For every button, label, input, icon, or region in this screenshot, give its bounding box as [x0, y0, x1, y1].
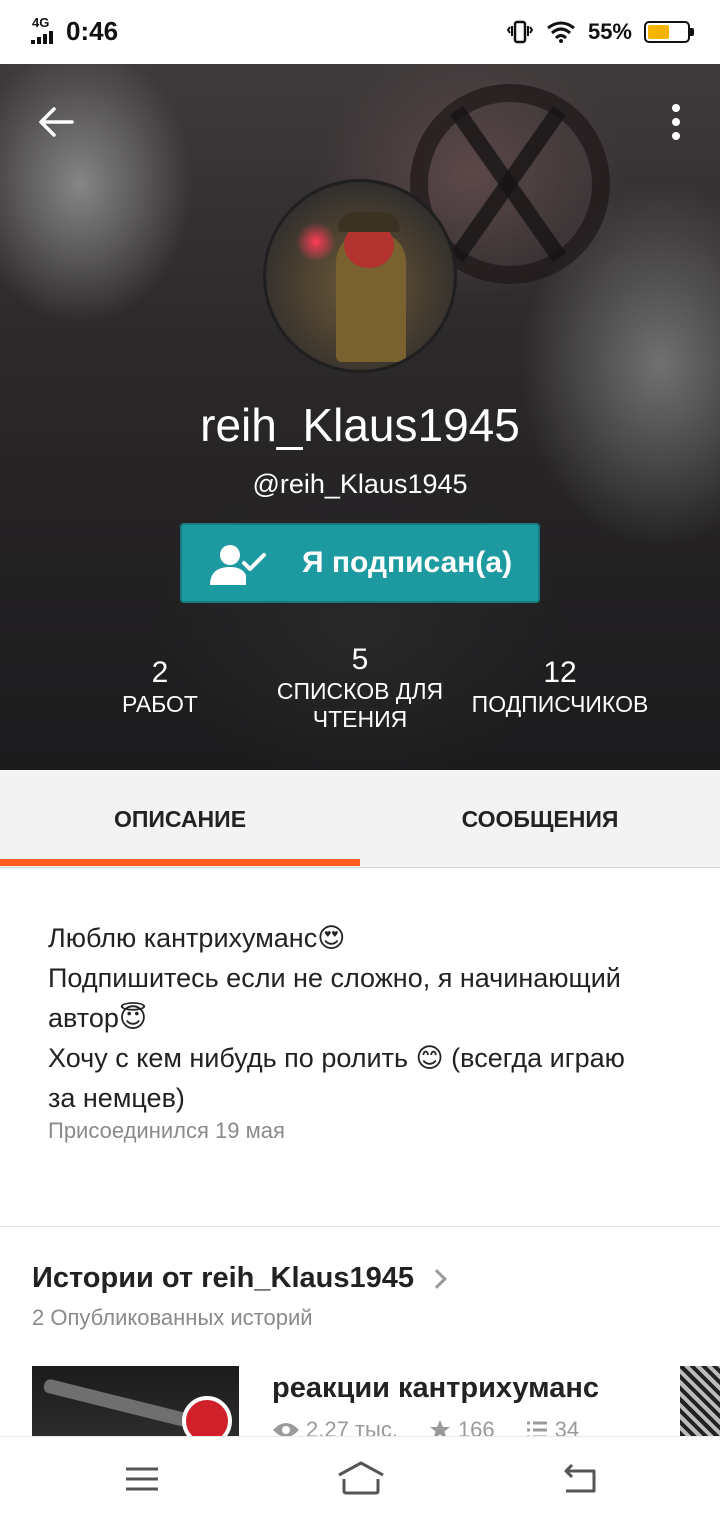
stat-works-label: РАБОТ	[122, 691, 198, 717]
story-cover-art	[182, 1396, 232, 1436]
section-divider	[0, 1226, 720, 1227]
stat-followers-label: ПОДПИСЧИКОВ	[471, 691, 649, 717]
joined-date: Присоединился 19 мая	[48, 1118, 285, 1143]
user-check-icon	[210, 545, 266, 585]
menu-icon[interactable]	[122, 1459, 162, 1499]
signal-icon: 4G	[30, 14, 58, 47]
stories-count: 2 Опубликованных историй	[32, 1305, 313, 1330]
profile-tabs: ОПИСАНИЕ СООБЩЕНИЯ	[0, 770, 720, 868]
chevron-right-icon	[427, 1268, 447, 1289]
stories-title-text: Истории от reih_Klaus1945	[32, 1262, 414, 1294]
profile-description: Люблю кантрихуманс😍 Подпишитесь если не …	[48, 918, 688, 1118]
battery-icon	[644, 21, 694, 43]
stat-reading-lists-label-2: ЧТЕНИЯ	[312, 706, 408, 732]
status-time: 0:46	[66, 16, 119, 46]
stat-followers-value: 12	[543, 656, 577, 689]
stat-works[interactable]: 2 РАБОТ	[60, 656, 260, 718]
back-arrow-icon[interactable]	[36, 102, 76, 142]
overflow-menu-icon[interactable]	[668, 102, 684, 142]
status-right: 55%	[506, 18, 694, 46]
stat-reading-lists-value: 5	[351, 643, 369, 676]
tab-about[interactable]: ОПИСАНИЕ	[0, 770, 360, 866]
stat-works-value: 2	[151, 656, 169, 689]
story-cover[interactable]	[32, 1366, 239, 1436]
stories-section-title[interactable]: Истории от reih_Klaus1945	[32, 1262, 447, 1295]
next-story-cover[interactable]	[680, 1366, 720, 1436]
status-left: 4G 0:46	[30, 16, 118, 47]
story-title[interactable]: реакции кантрихуманс	[272, 1372, 599, 1405]
story-cover-art	[42, 1378, 192, 1428]
status-bar: 4G 0:46 55%	[0, 0, 720, 64]
network-type: 4G	[32, 14, 50, 30]
avatar-art	[296, 222, 336, 262]
description-line: за немцев)	[48, 1083, 185, 1113]
tab-messages[interactable]: СООБЩЕНИЯ	[360, 770, 720, 866]
description-line: Хочу с кем нибудь по ролить 😊 (всегда иг…	[48, 1043, 625, 1073]
profile-header: reih_Klaus1945 @reih_Klaus1945 Я подписа…	[0, 64, 720, 770]
stat-followers[interactable]: 12 ПОДПИСЧИКОВ	[460, 656, 660, 718]
system-navigation-bar	[0, 1436, 720, 1520]
description-line: Подпишитесь если не сложно, я начинающий	[48, 963, 621, 993]
wifi-icon	[547, 21, 575, 43]
description-line: Люблю кантрихуманс😍	[48, 923, 346, 953]
avatar-art	[338, 212, 400, 232]
stat-reading-lists-label: СПИСКОВ ДЛЯ	[276, 678, 444, 704]
following-button-label: Я подписан(а)	[302, 546, 513, 579]
username-handle: @reih_Klaus1945	[252, 469, 468, 499]
battery-fill	[648, 25, 669, 39]
active-tab-indicator	[0, 859, 360, 866]
home-icon[interactable]	[336, 1459, 386, 1499]
battery-percent: 55%	[587, 19, 632, 44]
stat-reading-lists[interactable]: 5 СПИСКОВ ДЛЯ ЧТЕНИЯ	[260, 643, 460, 733]
back-icon[interactable]	[560, 1459, 600, 1499]
display-name: reih_Klaus1945	[200, 399, 520, 451]
following-button[interactable]: Я подписан(а)	[180, 523, 540, 603]
vibrate-icon	[506, 20, 534, 44]
avatar	[263, 179, 457, 373]
description-line: автор😇	[48, 1003, 148, 1033]
